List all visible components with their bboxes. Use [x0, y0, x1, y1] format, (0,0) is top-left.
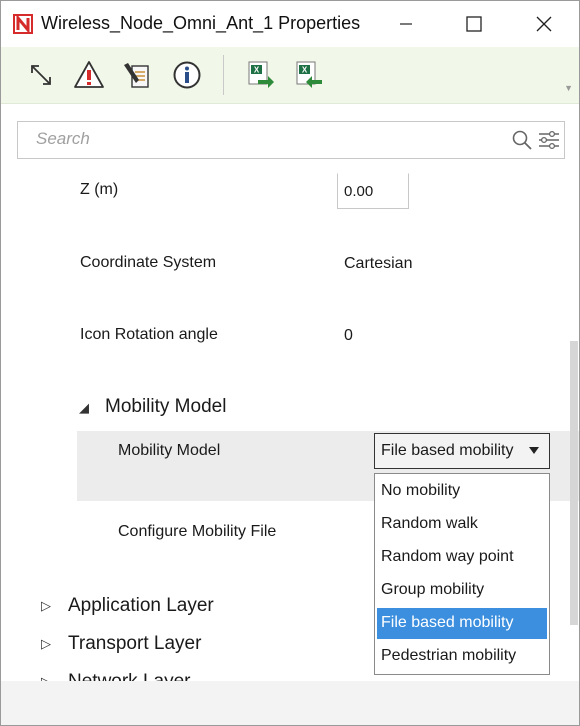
- search-icon[interactable]: [510, 128, 534, 152]
- icon-rotation-label: Icon Rotation angle: [80, 326, 218, 343]
- mobility-model-label: Mobility Model: [118, 442, 221, 459]
- expand-triangle-icon[interactable]: ▷: [41, 598, 51, 614]
- search-input[interactable]: [18, 122, 506, 156]
- z-value-input[interactable]: 0.00: [337, 173, 409, 209]
- app-logo-icon: [13, 13, 33, 35]
- dropdown-option-random-walk[interactable]: Random walk: [377, 509, 547, 540]
- dropdown-option-no-mobility[interactable]: No mobility: [377, 476, 547, 507]
- warning-icon[interactable]: [71, 57, 107, 93]
- search-box: [17, 121, 565, 159]
- collapse-triangle-icon[interactable]: ◢: [79, 400, 89, 416]
- mobility-model-combo[interactable]: File based mobility: [374, 433, 550, 469]
- expand-triangle-icon[interactable]: ▷: [41, 674, 51, 681]
- transport-layer-group[interactable]: Transport Layer: [68, 633, 201, 655]
- title-bar: Wireless_Node_Omni_Ant_1 Properties: [1, 1, 579, 47]
- svg-text:X: X: [302, 66, 308, 75]
- dropdown-option-random-way-point[interactable]: Random way point: [377, 542, 547, 573]
- close-button[interactable]: [521, 5, 567, 43]
- mobility-model-selected: File based mobility: [381, 442, 514, 459]
- edit-document-icon[interactable]: [119, 57, 155, 93]
- chevron-down-icon: [529, 447, 539, 454]
- excel-import-icon[interactable]: X: [291, 57, 327, 93]
- coordinate-system-label: Coordinate System: [80, 254, 217, 271]
- scrollbar-thumb[interactable]: [570, 341, 578, 625]
- properties-window: Wireless_Node_Omni_Ant_1 Properties X X …: [0, 0, 580, 726]
- minimize-button[interactable]: [383, 5, 429, 43]
- mobility-dropdown-list: No mobility Random walk Random way point…: [374, 473, 550, 675]
- property-grid: Z (m) 0.00 Coordinate System Cartesian I…: [1, 167, 579, 681]
- window-title: Wireless_Node_Omni_Ant_1 Properties: [41, 13, 361, 33]
- expand-collapse-icon[interactable]: [23, 57, 59, 93]
- excel-export-icon[interactable]: X: [243, 57, 279, 93]
- network-layer-group[interactable]: Network Layer: [68, 671, 191, 681]
- icon-rotation-value[interactable]: 0: [344, 327, 353, 345]
- maximize-button[interactable]: [451, 5, 497, 43]
- mobility-model-group[interactable]: Mobility Model: [105, 396, 226, 418]
- filter-settings-icon[interactable]: [537, 128, 561, 152]
- svg-text:X: X: [254, 66, 260, 75]
- z-label: Z (m): [80, 181, 119, 198]
- dropdown-option-group-mobility[interactable]: Group mobility: [377, 575, 547, 606]
- description-panel: [1, 681, 579, 725]
- application-layer-group[interactable]: Application Layer: [68, 595, 214, 617]
- toolbar-overflow-icon[interactable]: ▼: [564, 83, 573, 93]
- dropdown-option-file-based-mobility[interactable]: File based mobility: [377, 608, 547, 639]
- toolbar-separator: [223, 55, 224, 95]
- expand-triangle-icon[interactable]: ▷: [41, 636, 51, 652]
- coordinate-system-value[interactable]: Cartesian: [344, 255, 412, 273]
- dropdown-option-pedestrian-mobility[interactable]: Pedestrian mobility: [377, 641, 547, 672]
- toolbar: X X ▼: [1, 47, 579, 104]
- info-icon[interactable]: [169, 57, 205, 93]
- configure-mobility-file-label: Configure Mobility File: [118, 523, 277, 540]
